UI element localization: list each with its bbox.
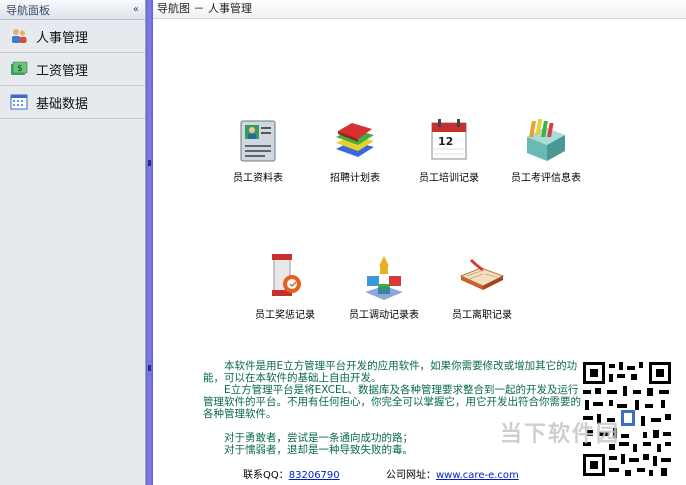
- main-area: 导航图 － 人事管理 员工资料表 招聘计划表 12 员工培训记录 员工考评信息表…: [153, 0, 686, 485]
- tile-resignation-record[interactable]: 员工离职记录: [437, 252, 527, 321]
- tile-reward-punishment[interactable]: 员工奖惩记录: [240, 252, 330, 321]
- sidebar-item-label: 人事管理: [36, 30, 89, 46]
- sidebar-item-salary[interactable]: $ 工资管理: [0, 53, 145, 86]
- qq-link[interactable]: 83206790: [289, 470, 340, 481]
- books-icon: [336, 123, 374, 157]
- salary-icon: $: [10, 60, 28, 78]
- calendar-icon: 12: [431, 119, 467, 160]
- tile-label: 员工考评信息表: [511, 173, 581, 184]
- id-card-icon: [240, 120, 276, 162]
- calendar-grid-icon: [10, 93, 28, 111]
- svg-text:$: $: [17, 64, 23, 74]
- nav-panel-title: 导航面板: [6, 3, 50, 17]
- splitter-grip-icon[interactable]: [148, 365, 151, 371]
- sidebar-item-personnel[interactable]: 人事管理: [0, 20, 145, 53]
- tile-label: 员工培训记录: [419, 173, 479, 184]
- tile-evaluation-info[interactable]: 员工考评信息表: [501, 115, 591, 184]
- watermark: 当下软件园: [500, 422, 621, 447]
- file-box-icon: [527, 119, 565, 161]
- sidebar-item-label: 工资管理: [36, 63, 89, 79]
- people-icon: [10, 27, 28, 45]
- company-website: 公司网址：www.care-e.com: [386, 466, 519, 481]
- contact-qq: 联系QQ：83206790: [243, 466, 340, 481]
- website-label: 公司网址：: [386, 470, 436, 481]
- tile-training-record[interactable]: 12 员工培训记录: [404, 115, 494, 184]
- tile-employee-profile[interactable]: 员工资料表: [213, 115, 303, 184]
- sidebar-item-label: 基础数据: [36, 96, 89, 112]
- svg-text:12: 12: [438, 135, 453, 148]
- panel-splitter[interactable]: [146, 0, 153, 485]
- tile-label: 员工奖惩记录: [255, 310, 315, 321]
- tile-label: 员工离职记录: [452, 310, 512, 321]
- description-paragraph: 本软件是用E立方管理平台开发的应用软件，如果你需要修改或增加其它的功能，可以在本…: [203, 360, 578, 384]
- nav-panel: 导航面板 « 人事管理 $ 工资管理 基础数据: [0, 0, 146, 485]
- book-open-icon: [459, 258, 505, 290]
- tile-label: 员工调动记录表: [349, 310, 419, 321]
- tile-label: 招聘计划表: [330, 173, 380, 184]
- qq-label: 联系QQ：: [243, 470, 289, 481]
- award-icon: [272, 254, 301, 296]
- sidebar-item-basic-data[interactable]: 基础数据: [0, 86, 145, 119]
- tile-transfer-record[interactable]: 员工调动记录表: [339, 252, 429, 321]
- splitter-grip-icon[interactable]: [148, 160, 151, 166]
- breadcrumb: 导航图 － 人事管理: [153, 0, 686, 19]
- nav-panel-header: 导航面板 «: [0, 0, 145, 20]
- description-paragraph: E立方管理平台是将EXCEL、数据库及各种管理要求整合到一起的开发及运行管理软件…: [203, 384, 581, 420]
- tile-label: 员工资料表: [233, 173, 283, 184]
- tile-recruitment-plan[interactable]: 招聘计划表: [310, 115, 400, 184]
- collapse-icon[interactable]: «: [133, 4, 139, 15]
- website-link[interactable]: www.care-e.com: [436, 470, 519, 481]
- transfer-icon: [365, 256, 403, 300]
